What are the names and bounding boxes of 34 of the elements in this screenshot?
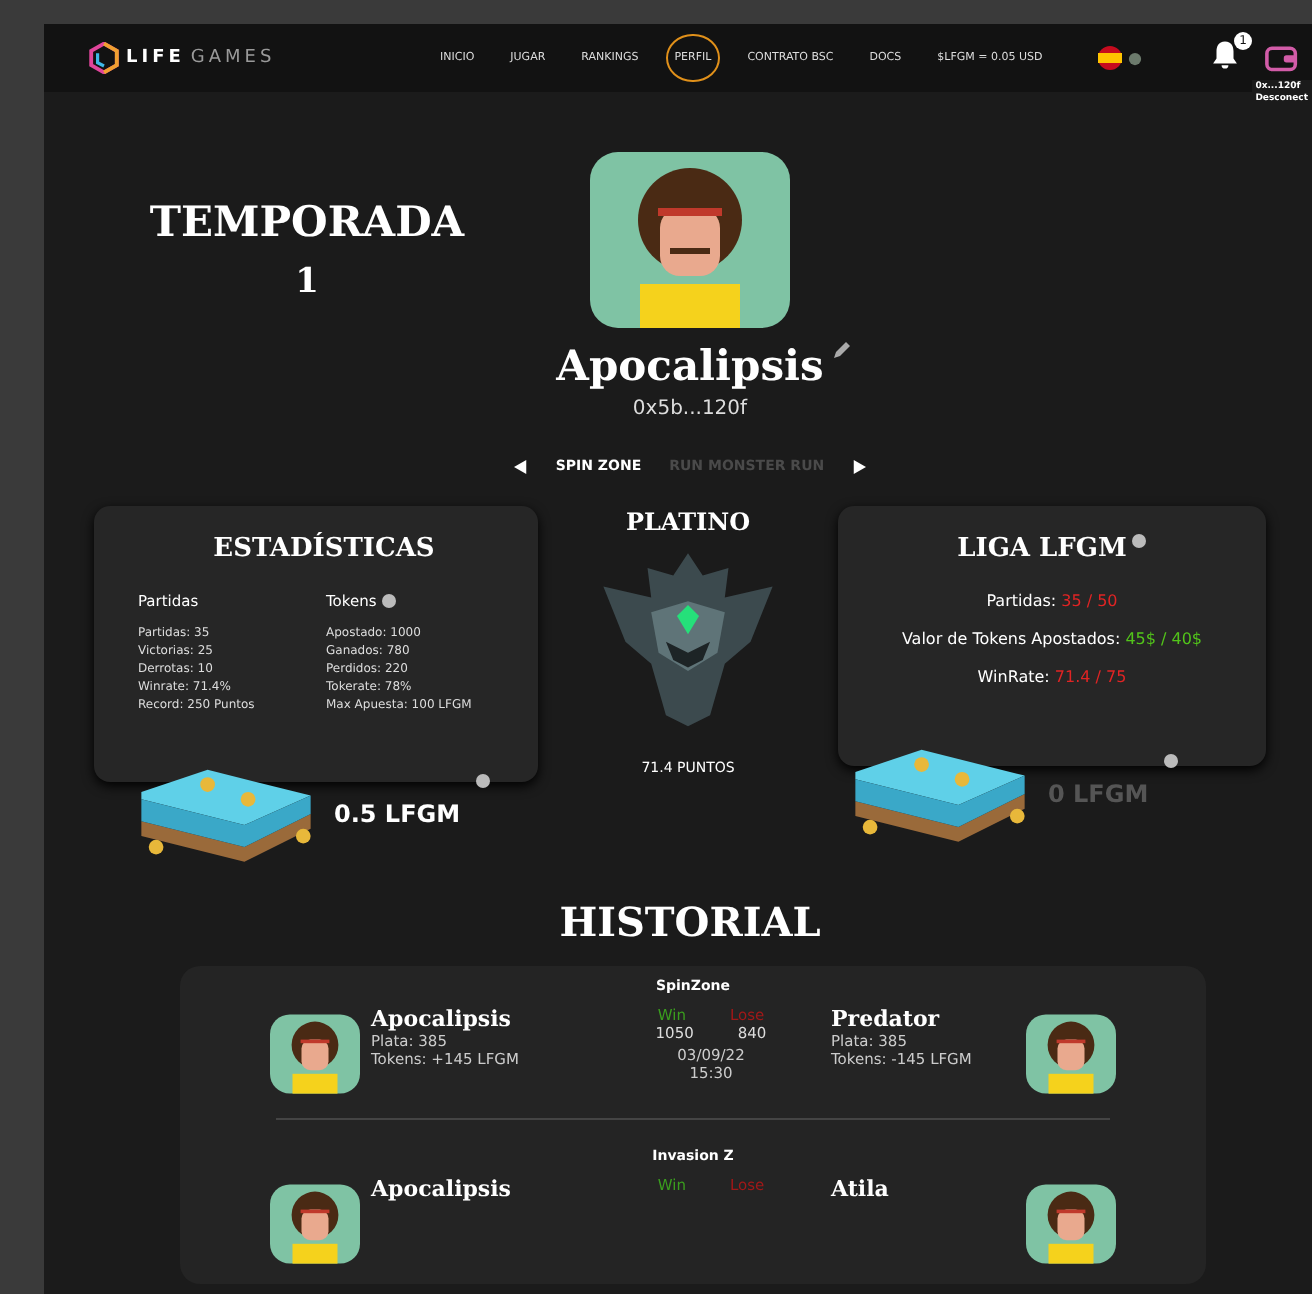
token-balance: 0.5 LFGM xyxy=(334,800,461,828)
avatar-drawing xyxy=(1025,1014,1115,1094)
avatar-drawing xyxy=(269,1014,359,1094)
rank-title: PLATINO xyxy=(625,508,751,536)
league-stat: Valor de Tokens Apostados: 45$ / 40$ xyxy=(901,630,1203,648)
wallet-icon[interactable] xyxy=(1264,42,1300,74)
avatar-drawing xyxy=(1025,1184,1115,1264)
brand-name[interactable]: LIFE xyxy=(126,48,185,68)
brand-name[interactable]: GAMES xyxy=(190,48,276,68)
wallet-address: 0x5b...120f xyxy=(632,398,748,420)
avatar-drawing xyxy=(269,1184,359,1264)
league-stat: Partidas: 35 / 50 xyxy=(986,592,1118,610)
card-title: LIGA LFGM xyxy=(957,534,1127,564)
player-name: Apocalipsis xyxy=(371,1176,514,1202)
left-arrow-icon[interactable] xyxy=(513,459,528,473)
spain-flag-icon[interactable] xyxy=(1098,46,1122,70)
hexagon-logo-icon[interactable] xyxy=(88,42,120,74)
opponent-name: Predator xyxy=(831,1006,942,1032)
opponent-name: Atila xyxy=(831,1176,891,1202)
player-name: Apocalipsis xyxy=(556,340,824,390)
season-number: 1 xyxy=(293,262,321,302)
info-icon[interactable] xyxy=(1164,754,1179,768)
edit-pencil-icon[interactable] xyxy=(831,340,852,360)
info-icon[interactable] xyxy=(476,774,491,788)
league-stat: WinRate: 71.4 / 75 xyxy=(977,668,1127,686)
card-title: ESTADÍSTICAS xyxy=(211,534,437,564)
notification-bell-icon[interactable] xyxy=(1208,37,1242,71)
token-balance: 0 LFGM xyxy=(1048,780,1149,808)
info-icon[interactable] xyxy=(1132,534,1147,548)
player-name: Apocalipsis xyxy=(371,1006,514,1032)
info-icon[interactable] xyxy=(382,594,397,608)
season-title: TEMPORADA xyxy=(147,196,467,246)
right-arrow-icon[interactable] xyxy=(852,459,867,473)
section-title: HISTORIAL xyxy=(557,898,823,946)
